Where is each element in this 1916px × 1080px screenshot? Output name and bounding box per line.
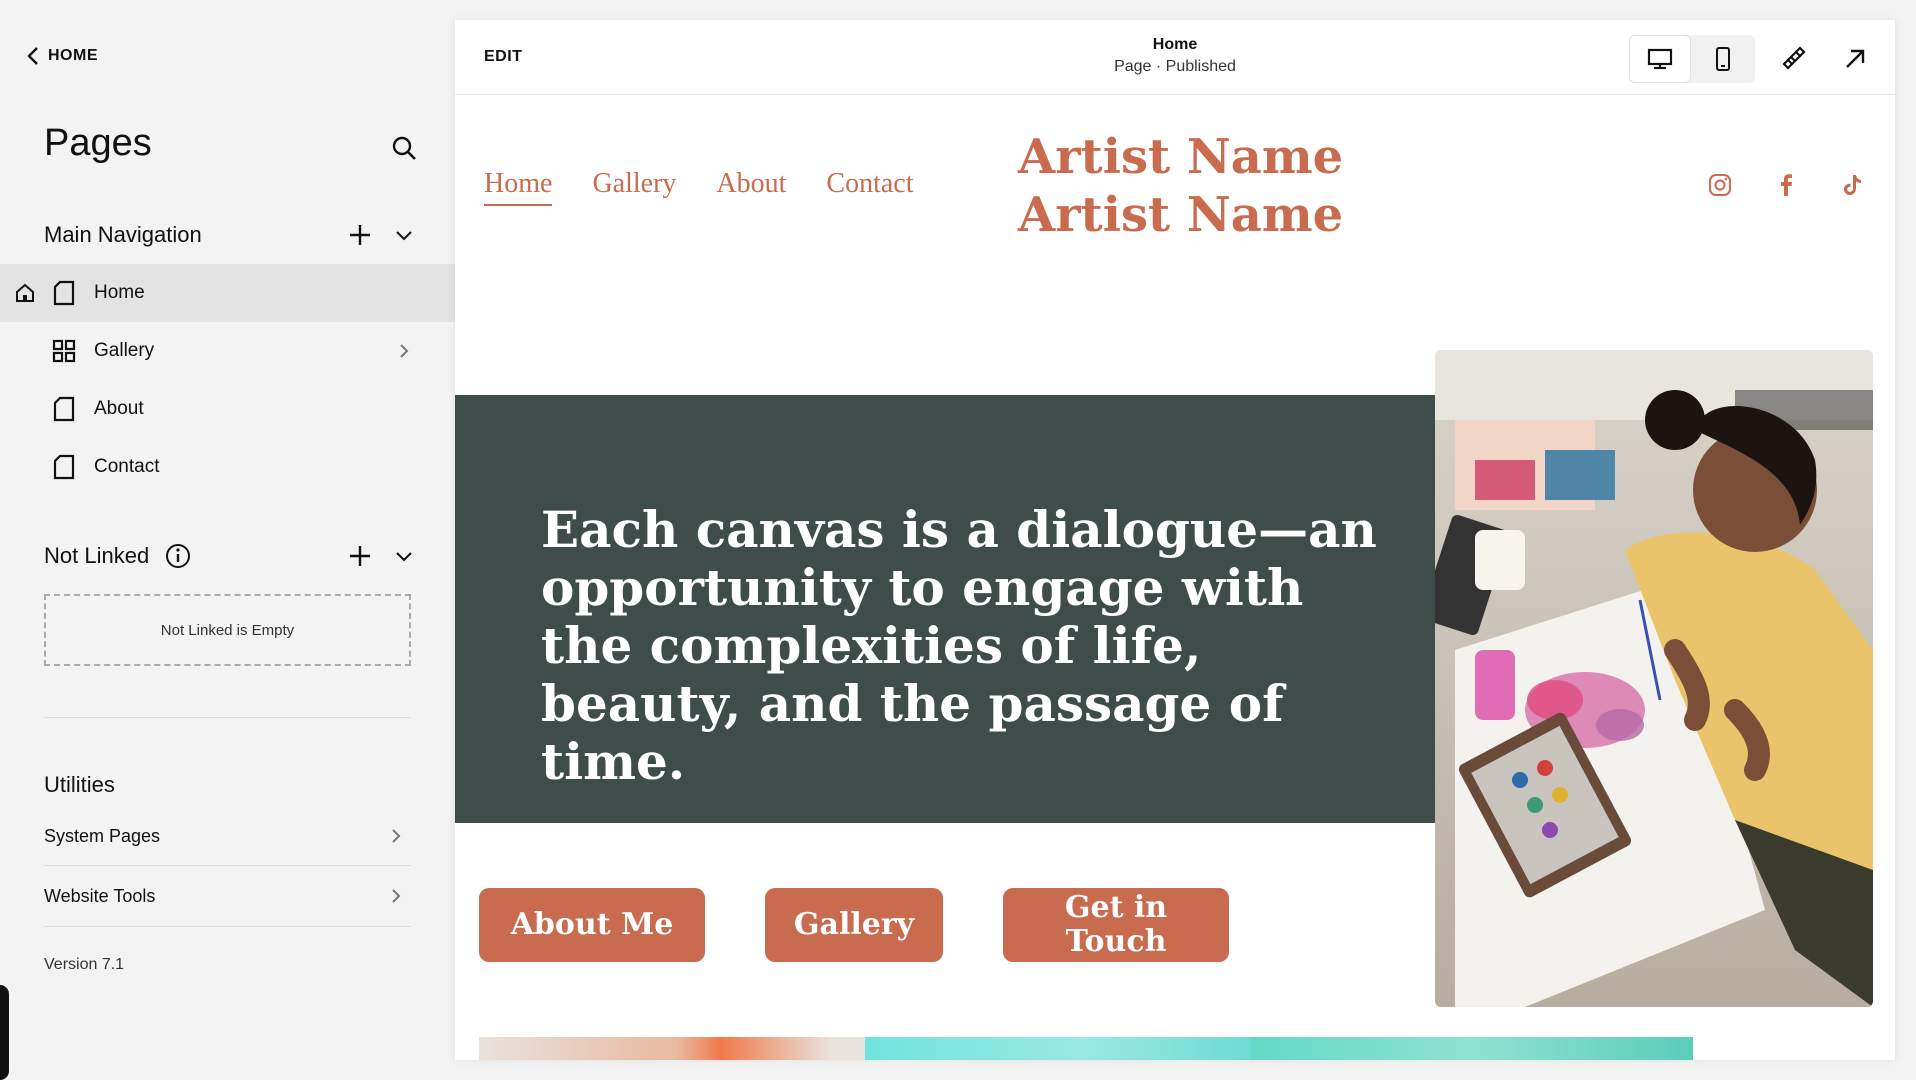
about-me-button[interactable]: About Me [479,888,705,962]
back-home-link[interactable]: HOME [26,46,98,66]
sidebar-item-label: Home [94,282,145,303]
not-linked-empty-dropzone[interactable]: Not Linked is Empty [44,594,411,666]
add-unlinked-plus-icon[interactable] [347,543,373,569]
site-nav-home[interactable]: Home [484,168,553,206]
facebook-icon[interactable] [1773,172,1799,198]
utility-item-website-tools[interactable]: Website Tools [44,874,411,918]
sidebar-item-contact[interactable]: Contact [0,438,455,496]
main-navigation-heading: Main Navigation [44,222,202,248]
chevron-right-icon [392,889,401,903]
collapse-chevron-down-icon[interactable] [393,224,415,246]
not-linked-label: Not Linked [44,543,150,568]
sidebar-item-label: About [94,398,144,419]
page-icon [53,396,75,422]
utility-item-label: System Pages [44,825,161,846]
design-brush-icon[interactable] [1778,44,1808,74]
divider [44,717,411,718]
site-nav-gallery[interactable]: Gallery [592,168,676,206]
photo-illustration [1435,350,1873,1007]
sidebar-item-about[interactable]: About [0,380,455,438]
page-info: Home Page · Published [1025,36,1325,76]
info-icon[interactable] [165,543,191,569]
empty-text: Not Linked is Empty [160,621,295,639]
site-title-line: Artist Name [1018,187,1344,243]
artist-painting-photo[interactable] [1435,350,1873,1007]
site-title-line: Artist Name [1018,129,1344,185]
gallery-thumbnail[interactable] [1251,1037,1693,1060]
collapse-chevron-down-icon[interactable] [393,545,415,567]
site-nav-contact[interactable]: Contact [826,168,913,206]
utility-item-system-pages[interactable]: System Pages [44,814,411,858]
device-toggle [1629,35,1755,83]
window-edge [0,985,9,1080]
utilities-heading: Utilities [44,772,115,797]
add-page-plus-icon[interactable] [347,222,373,248]
mobile-icon [1716,47,1730,71]
utility-item-label: Website Tools [44,885,156,906]
sidebar-item-gallery[interactable]: Gallery [0,322,455,380]
open-external-arrow-icon[interactable] [1840,44,1870,74]
search-icon[interactable] [390,134,418,162]
instagram-icon[interactable] [1707,172,1733,198]
quote-text: Each canvas is a dialogue—an opportunity… [541,500,1377,791]
main-navigation-label: Main Navigation [44,222,202,247]
desktop-view-button[interactable] [1629,35,1691,83]
page-status: Page · Published [1114,58,1236,75]
page-preview-frame: EDIT Home Page · Published Home Gallery … [455,20,1895,1060]
not-linked-heading: Not Linked [44,543,191,569]
pages-sidebar: HOME Pages Main Navigation Home Gallery … [0,0,455,1080]
site-title[interactable]: Artist Name Artist Name [1018,128,1343,244]
page-title: Home [1152,36,1198,53]
page-icon [53,280,75,306]
chevron-right-icon [392,829,401,843]
gallery-thumbnail[interactable] [865,1037,1305,1060]
page-icon [53,454,75,480]
get-in-touch-button[interactable]: Get in Touch [1003,888,1229,962]
divider [44,865,411,866]
mobile-view-button[interactable] [1692,35,1754,83]
back-home-label: HOME [48,47,98,64]
chevron-right-icon [400,344,409,358]
site-navigation: Home Gallery About Contact [484,168,914,206]
desktop-icon [1647,48,1673,70]
gallery-button[interactable]: Gallery [765,888,943,962]
grid-icon [52,339,76,363]
chevron-left-icon [27,47,38,65]
edit-button[interactable]: EDIT [484,48,522,66]
home-icon [16,283,34,302]
sidebar-item-home[interactable]: Home [0,264,455,322]
tiktok-icon[interactable] [1839,172,1865,198]
site-nav-about[interactable]: About [716,168,786,206]
version-label: Version 7.1 [44,956,125,973]
gallery-thumbnail[interactable] [479,1037,919,1060]
quote-banner: Each canvas is a dialogue—an opportunity… [455,395,1435,823]
divider [44,926,411,927]
pages-title: Pages [44,122,152,164]
editor-toolbar: EDIT Home Page · Published [455,20,1895,95]
sidebar-item-label: Contact [94,456,160,477]
sidebar-item-label: Gallery [94,340,155,361]
